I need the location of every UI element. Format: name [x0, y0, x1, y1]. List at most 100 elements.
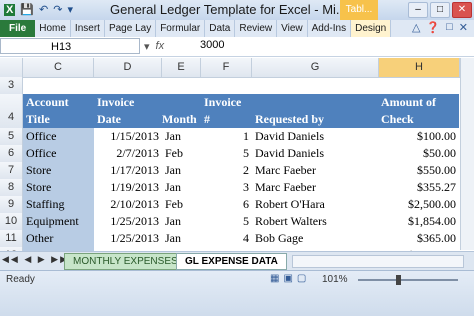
cell-invoice-number[interactable]: 3: [201, 179, 252, 196]
tab-home[interactable]: Home: [35, 20, 71, 37]
header-invoice-number[interactable]: Invoice #: [201, 94, 252, 128]
tab-data[interactable]: Data: [205, 20, 236, 37]
cell-month[interactable]: Jan: [162, 162, 201, 179]
column-header-h[interactable]: H: [379, 58, 460, 78]
cell-invoice-date[interactable]: 1/15/2013: [94, 128, 162, 145]
minimize-button[interactable]: –: [408, 2, 428, 18]
header-invoice-date[interactable]: Invoice Date: [94, 94, 162, 128]
maximize-button[interactable]: □: [430, 2, 450, 18]
tab-file[interactable]: File: [0, 20, 36, 37]
row-header[interactable]: 8: [0, 179, 23, 197]
header-account-title[interactable]: Account Title: [23, 94, 94, 128]
sheet-nav-arrows[interactable]: ◀◀ ◀ ▶ ▶▶: [2, 254, 69, 265]
sheet-tab-gl-expense-data[interactable]: GL EXPENSE DATA: [176, 253, 287, 270]
horizontal-scrollbar[interactable]: [292, 255, 464, 268]
formula-dropdown-icon[interactable]: ▾: [144, 40, 150, 53]
cell-requested-by[interactable]: Bob Gage: [252, 230, 379, 247]
row-header[interactable]: 7: [0, 162, 23, 180]
header-requested-by[interactable]: Requested by: [252, 94, 379, 128]
zoom-level[interactable]: 101%: [322, 274, 348, 285]
page-break-view-icon[interactable]: ▢: [297, 273, 306, 284]
tab-page-layout[interactable]: Page Lay: [105, 20, 157, 37]
cell-amount[interactable]: $50.00: [379, 145, 459, 162]
minimize-ribbon-icon[interactable]: △: [412, 21, 420, 34]
fx-icon[interactable]: fx: [156, 40, 165, 53]
cell-invoice-date[interactable]: 1/25/2013: [94, 230, 162, 247]
name-box[interactable]: H13: [0, 38, 140, 54]
help-icon[interactable]: ❓: [426, 21, 440, 34]
customize-qa-icon[interactable]: ▾: [67, 3, 73, 16]
cell-invoice-number[interactable]: 5: [201, 213, 252, 230]
row-header[interactable]: 9: [0, 196, 23, 214]
cell-invoice-date[interactable]: 2/10/2013: [94, 196, 162, 213]
cell-account-title[interactable]: Office: [23, 145, 94, 162]
tab-design[interactable]: Design: [351, 20, 392, 37]
header-month[interactable]: Month: [162, 94, 201, 128]
cell-requested-by[interactable]: Robert O'Hara: [252, 196, 379, 213]
cell-invoice-number[interactable]: 2: [201, 162, 252, 179]
cell-account-title[interactable]: Equipment: [23, 213, 94, 230]
column-header-c[interactable]: C: [23, 58, 94, 78]
close-workbook-icon[interactable]: ✕: [459, 21, 468, 34]
cell-invoice-number[interactable]: 5: [201, 145, 252, 162]
cell-account-title[interactable]: Store: [23, 179, 94, 196]
cell-month[interactable]: Jan: [162, 230, 201, 247]
cell-requested-by[interactable]: Robert Walters: [252, 213, 379, 230]
cell-invoice-date[interactable]: 1/17/2013: [94, 162, 162, 179]
tab-view[interactable]: View: [277, 20, 308, 37]
row-header[interactable]: 5: [0, 128, 23, 146]
restore-icon[interactable]: □: [446, 21, 453, 34]
cell-month[interactable]: Jan: [162, 128, 201, 145]
column-header-e[interactable]: E: [162, 58, 201, 78]
column-header-g[interactable]: G: [252, 58, 379, 78]
tab-insert[interactable]: Insert: [71, 20, 105, 37]
row-header[interactable]: 3: [0, 77, 23, 95]
undo-icon[interactable]: ↶: [39, 3, 48, 16]
cell-account-title[interactable]: Staffing: [23, 196, 94, 213]
save-icon[interactable]: 💾: [20, 3, 34, 16]
header-amount-of-check[interactable]: Amount of Check: [379, 94, 459, 128]
normal-view-icon[interactable]: ▦: [270, 273, 279, 284]
redo-icon[interactable]: ↷: [53, 3, 62, 16]
cell-amount[interactable]: $1,854.00: [379, 213, 459, 230]
row-header[interactable]: 6: [0, 145, 23, 163]
cell-month[interactable]: Feb: [162, 145, 201, 162]
cell-requested-by[interactable]: David Daniels: [252, 145, 379, 162]
row-header[interactable]: 10: [0, 213, 23, 231]
table-tools-context-tab[interactable]: Tabl...: [340, 0, 378, 20]
row-header[interactable]: 4: [0, 94, 23, 129]
zoom-slider[interactable]: [358, 279, 458, 281]
cell-requested-by[interactable]: David Daniels: [252, 128, 379, 145]
cell-invoice-date[interactable]: 1/19/2013: [94, 179, 162, 196]
column-header-f[interactable]: F: [201, 58, 252, 78]
cell-invoice-date[interactable]: 2/7/2013: [94, 145, 162, 162]
close-button[interactable]: ✕: [452, 2, 472, 18]
cell-amount[interactable]: $2,500.00: [379, 196, 459, 213]
sheet-tab-monthly-expenses[interactable]: MONTHLY EXPENSES: [64, 253, 187, 270]
cell-requested-by[interactable]: Marc Faeber: [252, 162, 379, 179]
cell-month[interactable]: Jan: [162, 179, 201, 196]
cell-amount[interactable]: $355.27: [379, 179, 459, 196]
cell-amount[interactable]: $100.00: [379, 128, 459, 145]
cell-invoice-number[interactable]: 6: [201, 196, 252, 213]
page-layout-view-icon[interactable]: ▣: [283, 273, 292, 284]
cell-month[interactable]: Feb: [162, 196, 201, 213]
column-header-d[interactable]: D: [94, 58, 162, 78]
cell-amount[interactable]: $550.00: [379, 162, 459, 179]
zoom-slider-knob[interactable]: [396, 275, 401, 285]
formula-input[interactable]: 3000: [200, 39, 224, 51]
cell-invoice-number[interactable]: 4: [201, 230, 252, 247]
tab-review[interactable]: Review: [235, 20, 278, 37]
tab-add-ins[interactable]: Add-Ins: [308, 20, 352, 37]
cell-month[interactable]: Jan: [162, 213, 201, 230]
vertical-scrollbar[interactable]: [460, 58, 474, 250]
cell-account-title[interactable]: Store: [23, 162, 94, 179]
cell-account-title[interactable]: Other: [23, 230, 94, 247]
cell-amount[interactable]: $365.00: [379, 230, 459, 247]
cell-account-title[interactable]: Office: [23, 128, 94, 145]
cell-invoice-date[interactable]: 1/25/2013: [94, 213, 162, 230]
row-header[interactable]: 11: [0, 230, 23, 248]
select-all-corner[interactable]: [0, 58, 23, 78]
cell-requested-by[interactable]: Marc Faeber: [252, 179, 379, 196]
cell-invoice-number[interactable]: 1: [201, 128, 252, 145]
